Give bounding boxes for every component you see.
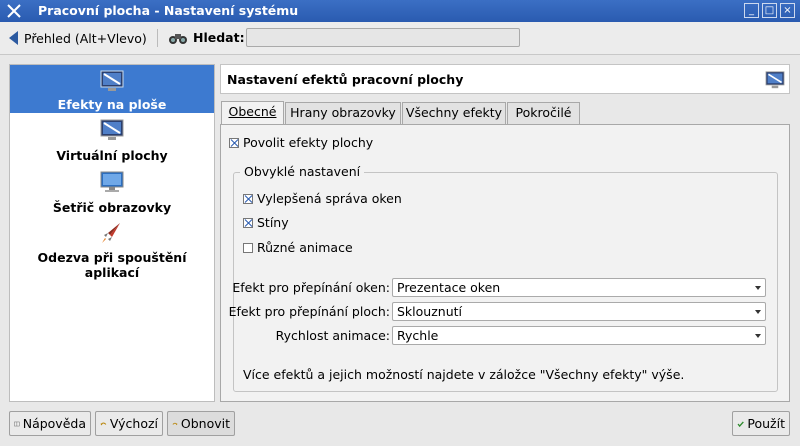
search-label-text: Hledat: xyxy=(193,30,245,45)
help-button[interactable]: Nápověda xyxy=(9,411,91,436)
minimize-button[interactable]: _ xyxy=(744,3,759,18)
sidebar: Efekty na ploše Virtuální plochy Šetřič … xyxy=(9,64,215,402)
animation-speed-label: Rychlost animace: xyxy=(275,328,390,343)
various-animations-checkbox[interactable]: Různé animace xyxy=(243,240,353,255)
tab-advanced[interactable]: Pokročilé xyxy=(507,102,580,124)
sidebar-item-screensaver[interactable]: Šetřič obrazovky xyxy=(10,171,214,219)
chevron-down-icon xyxy=(755,310,761,314)
page-title: Nastavení efektů pracovní plochy xyxy=(227,72,464,87)
select-value: Rychle xyxy=(397,328,439,343)
toolbar: Přehled (Alt+Vlevo) Hledat: xyxy=(0,22,800,55)
checkbox-label: Povolit efekty plochy xyxy=(243,135,374,150)
page-header: Nastavení efektů pracovní plochy xyxy=(220,64,790,94)
search-label: Hledat: xyxy=(168,30,245,45)
sidebar-item-label: Šetřič obrazovky xyxy=(52,200,172,215)
select-value: Sklouznutí xyxy=(397,304,462,319)
checkbox-unchecked[interactable] xyxy=(243,243,253,253)
app-icon xyxy=(7,4,21,18)
help-book-icon xyxy=(14,421,20,426)
tab-label: Obecné xyxy=(228,104,277,119)
checkbox-label: Různé animace xyxy=(257,240,353,255)
tab-all-effects[interactable]: Všechny efekty xyxy=(402,102,506,124)
binoculars-icon xyxy=(169,33,187,44)
defaults-icon xyxy=(100,422,107,425)
sidebar-item-label: Efekty na ploše xyxy=(57,97,167,112)
tab-screen-edges[interactable]: Hrany obrazovky xyxy=(285,102,401,124)
tab-label: Pokročilé xyxy=(515,105,572,120)
checkbox-checked[interactable] xyxy=(229,138,239,148)
sidebar-item-virtual-desktops[interactable]: Virtuální plochy xyxy=(10,119,214,167)
close-button[interactable]: × xyxy=(780,3,795,18)
window-title: Pracovní plocha - Nastavení systému xyxy=(38,3,299,18)
sidebar-item-desktop-effects[interactable]: Efekty na ploše xyxy=(10,65,214,113)
reset-label: Obnovit xyxy=(180,416,230,431)
desktop-switch-label: Efekt pro přepínání ploch: xyxy=(228,304,390,319)
back-button[interactable]: Přehled (Alt+Vlevo) xyxy=(5,27,153,49)
back-label: Přehled (Alt+Vlevo) xyxy=(24,30,147,46)
maximize-button[interactable]: □ xyxy=(762,3,777,18)
help-label: Nápověda xyxy=(22,416,86,431)
virtual-desktops-icon xyxy=(100,119,124,140)
group-title: Obvyklé nastavení xyxy=(240,164,365,179)
tab-general[interactable]: Obecné xyxy=(221,101,284,125)
desktop-effects-icon xyxy=(765,71,785,89)
screensaver-icon xyxy=(100,171,124,192)
checkbox-checked[interactable] xyxy=(243,218,253,228)
select-value: Prezentace oken xyxy=(397,280,501,295)
defaults-label: Výchozí xyxy=(109,416,158,431)
enable-effects-checkbox[interactable]: Povolit efekty plochy xyxy=(229,135,373,150)
toolbar-separator xyxy=(157,29,158,47)
back-arrow-icon xyxy=(9,31,18,45)
sidebar-item-label: Odezva při spouštění aplikací xyxy=(37,250,187,280)
sidebar-item-label: Virtuální plochy xyxy=(56,148,168,163)
info-note: Více efektů a jejich možností najdete v … xyxy=(243,367,685,382)
shadows-checkbox[interactable]: Stíny xyxy=(243,215,289,230)
tab-label: Všechny efekty xyxy=(405,105,503,120)
rocket-icon xyxy=(102,223,120,243)
checkmark-icon xyxy=(737,420,744,427)
apply-label: Použít xyxy=(747,416,785,431)
window-switch-label: Efekt pro přepínání oken: xyxy=(232,280,390,295)
window-switch-select[interactable]: Prezentace oken xyxy=(392,278,766,297)
search-input[interactable] xyxy=(246,28,520,47)
animation-speed-select[interactable]: Rychle xyxy=(392,326,766,345)
sidebar-item-launch-feedback[interactable]: Odezva při spouštění aplikací xyxy=(10,221,214,280)
apply-button[interactable]: Použít xyxy=(732,411,790,436)
checkbox-label: Stíny xyxy=(257,215,289,230)
reset-button[interactable]: Obnovit xyxy=(167,411,235,436)
tab-label: Hrany obrazovky xyxy=(290,105,396,120)
chevron-down-icon xyxy=(755,334,761,338)
checkbox-label: Vylepšená správa oken xyxy=(257,191,402,206)
checkbox-checked[interactable] xyxy=(243,194,253,204)
desktop-effects-icon xyxy=(100,70,124,91)
reset-icon xyxy=(172,422,178,425)
desktop-switch-select[interactable]: Sklouznutí xyxy=(392,302,766,321)
title-bar: Pracovní plocha - Nastavení systému _ □ … xyxy=(0,0,800,22)
improved-window-management-checkbox[interactable]: Vylepšená správa oken xyxy=(243,191,402,206)
defaults-button[interactable]: Výchozí xyxy=(95,411,163,436)
chevron-down-icon xyxy=(755,286,761,290)
